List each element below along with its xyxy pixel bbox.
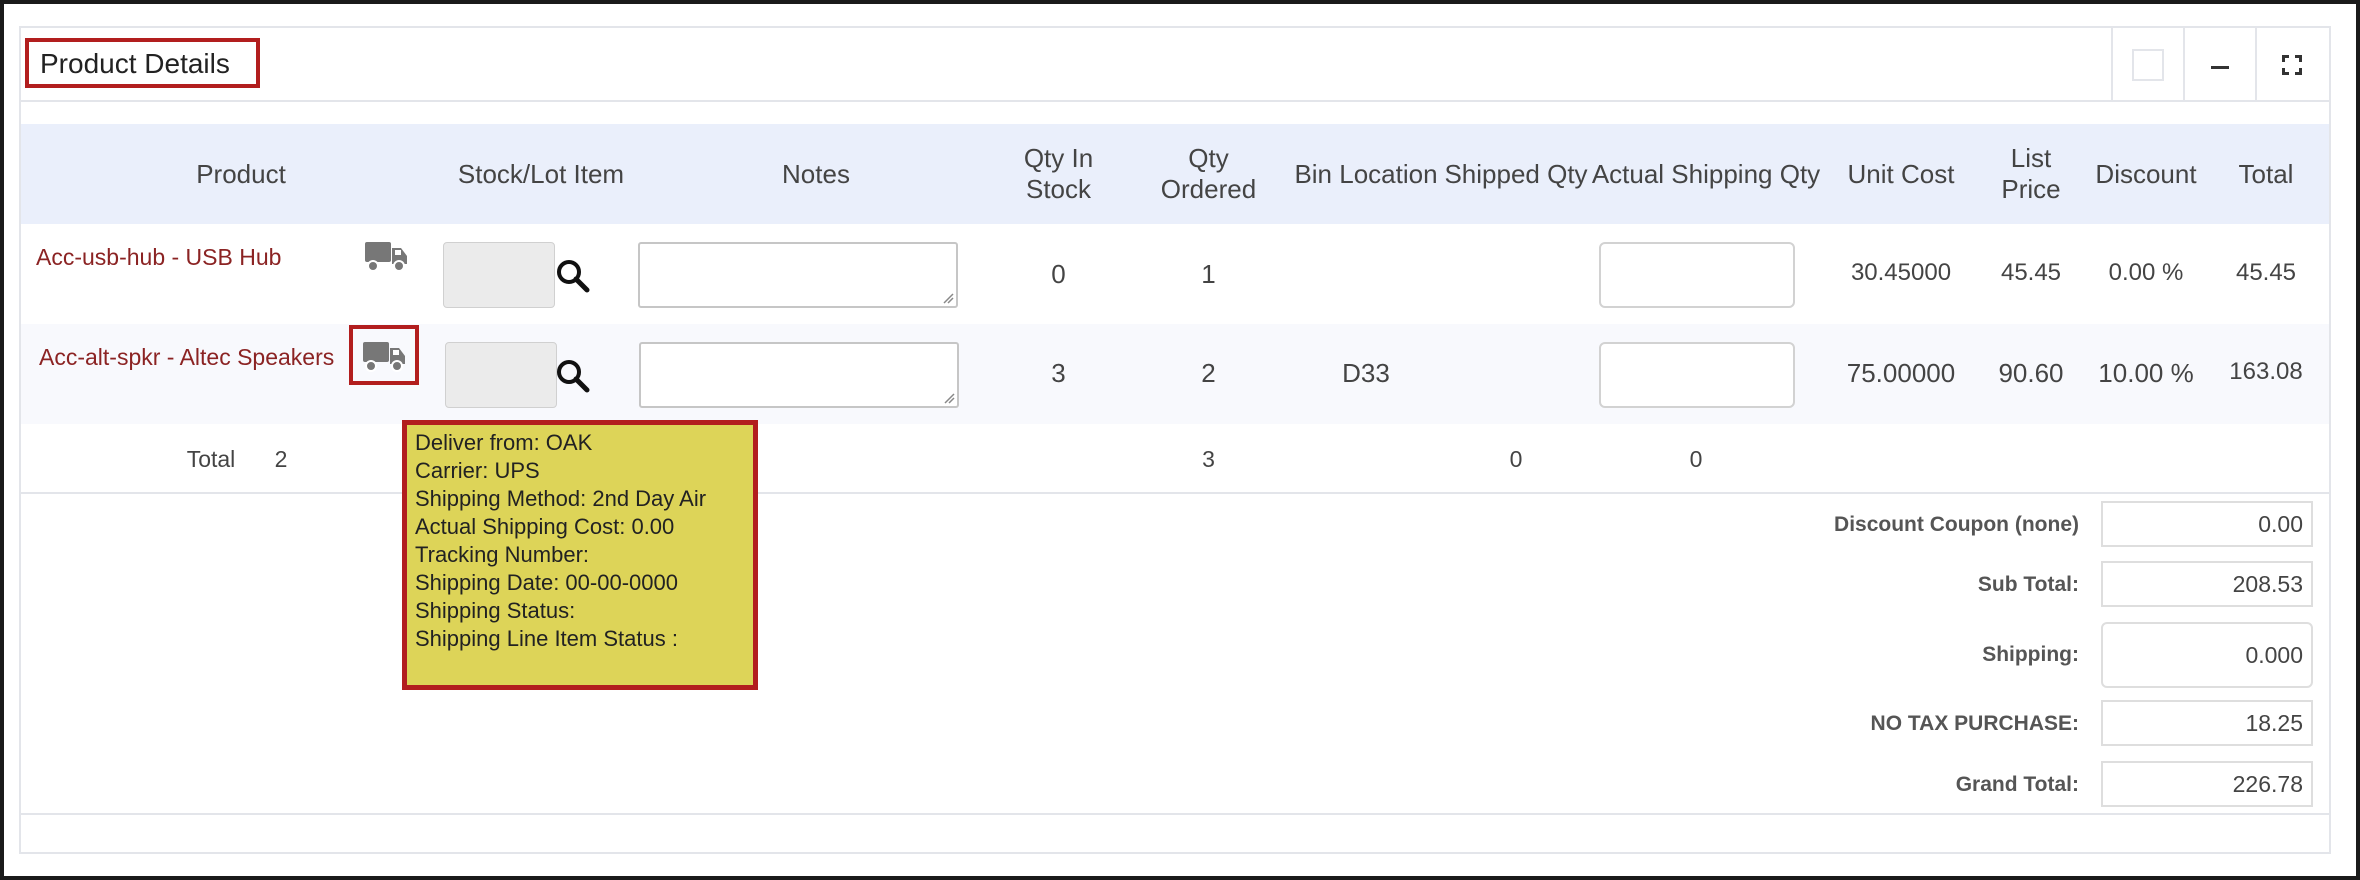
col-header-bin-location[interactable]: Bin Location <box>1291 124 1441 224</box>
truck-icon[interactable] <box>364 238 408 274</box>
col-header-notes[interactable]: Notes <box>721 124 911 224</box>
shipping-info-tooltip: Deliver from: OAK Carrier: UPS Shipping … <box>402 420 758 690</box>
col-header-product[interactable]: Product <box>121 124 361 224</box>
list-price: 90.60 <box>1998 358 2064 388</box>
expand-icon <box>2282 55 2302 75</box>
product-link[interactable]: Acc-alt-spkr - Altec Speakers <box>39 344 334 371</box>
col-header-total[interactable]: Total <box>2216 124 2316 224</box>
col-header-unit-cost[interactable]: Unit Cost <box>1821 124 1981 224</box>
qty-ordered: 1 <box>1201 259 1216 289</box>
panel-title: Product Details <box>25 38 260 88</box>
line-total: 45.45 <box>2235 259 2297 286</box>
list-price: 45.45 <box>2000 259 2062 286</box>
tooltip-line: Shipping Method: 2nd Day Air <box>415 486 707 511</box>
tooltip-line: Shipping Status: <box>415 598 576 623</box>
stock-lot-input[interactable] <box>445 342 557 408</box>
col-header-qty-ordered[interactable]: Qty Ordered <box>1141 124 1276 224</box>
line-total: 163.08 <box>2229 358 2303 385</box>
panel-header: Product Details <box>21 28 2329 102</box>
col-header-stock-lot[interactable]: Stock/Lot Item <box>451 124 631 224</box>
sub-total-label: Sub Total: <box>1977 573 2079 596</box>
tooltip-line: Shipping Line Item Status : <box>415 626 678 651</box>
table-header: Product Stock/Lot Item Notes Qty In Stoc… <box>21 124 2329 224</box>
product-details-panel: Product Details Product Stock/Lot Item N… <box>19 26 2331 854</box>
actual-shipping-qty-input[interactable] <box>1599 242 1795 308</box>
truck-icon[interactable] <box>362 338 406 374</box>
discount: 0.00 % <box>2108 259 2184 286</box>
stock-lot-input[interactable] <box>443 242 555 308</box>
totals-shipped-qty: 0 <box>1509 446 1523 472</box>
col-header-discount[interactable]: Discount <box>2081 124 2211 224</box>
totals-actual-shipping-qty: 0 <box>1689 446 1703 472</box>
discount: 10.00 % <box>2098 358 2194 388</box>
tooltip-line: Shipping Date: 00-00-0000 <box>415 570 678 595</box>
minimize-icon <box>2211 65 2229 69</box>
grand-total-label: Grand Total: <box>1955 773 2079 796</box>
unit-cost: 30.45000 <box>1850 259 1952 286</box>
square-button[interactable] <box>2111 28 2183 102</box>
bin-location: D33 <box>1342 358 1390 388</box>
totals-label: Total <box>186 446 236 472</box>
window-frame: Product Details Product Stock/Lot Item N… <box>0 0 2360 880</box>
search-icon[interactable] <box>555 358 591 394</box>
sub-total-value: 208.53 <box>2101 561 2313 607</box>
unit-cost: 75.00000 <box>1846 358 1956 388</box>
discount-coupon-value[interactable]: 0.00 <box>2101 501 2313 547</box>
tooltip-line: Actual Shipping Cost: 0.00 <box>415 514 675 539</box>
tax-label: NO TAX PURCHASE: <box>1870 712 2079 735</box>
grand-total-value: 226.78 <box>2101 761 2313 807</box>
tax-value: 18.25 <box>2101 700 2313 746</box>
discount-coupon-label: Discount Coupon (none) <box>1834 513 2079 536</box>
col-header-shipped-qty[interactable]: Shipped Qty <box>1441 124 1591 224</box>
shipping-input[interactable]: 0.000 <box>2101 622 2313 688</box>
notes-textarea[interactable] <box>638 242 958 308</box>
square-icon <box>2132 49 2164 81</box>
expand-button[interactable] <box>2255 28 2327 102</box>
totals-count: 2 <box>274 446 288 472</box>
tooltip-line: Tracking Number: <box>415 542 590 567</box>
col-header-list-price[interactable]: List Price <box>1981 124 2081 224</box>
shipping-label: Shipping: <box>1982 643 2079 666</box>
totals-qty-ordered: 3 <box>1202 446 1215 472</box>
tooltip-line: Deliver from: OAK <box>415 430 593 455</box>
tooltip-line: Carrier: UPS <box>415 458 540 483</box>
qty-in-stock: 0 <box>1051 259 1066 289</box>
notes-textarea[interactable] <box>639 342 959 408</box>
footer-divider <box>21 813 2329 815</box>
minimize-button[interactable] <box>2183 28 2255 102</box>
divider <box>21 492 2329 494</box>
search-icon[interactable] <box>555 258 591 294</box>
product-link[interactable]: Acc-usb-hub - USB Hub <box>36 244 281 271</box>
qty-ordered: 2 <box>1201 358 1216 388</box>
qty-in-stock: 3 <box>1051 358 1066 388</box>
actual-shipping-qty-input[interactable] <box>1599 342 1795 408</box>
col-header-actual-shipping-qty[interactable]: Actual Shipping Qty <box>1591 124 1821 224</box>
col-header-qty-in-stock[interactable]: Qty In Stock <box>996 124 1121 224</box>
